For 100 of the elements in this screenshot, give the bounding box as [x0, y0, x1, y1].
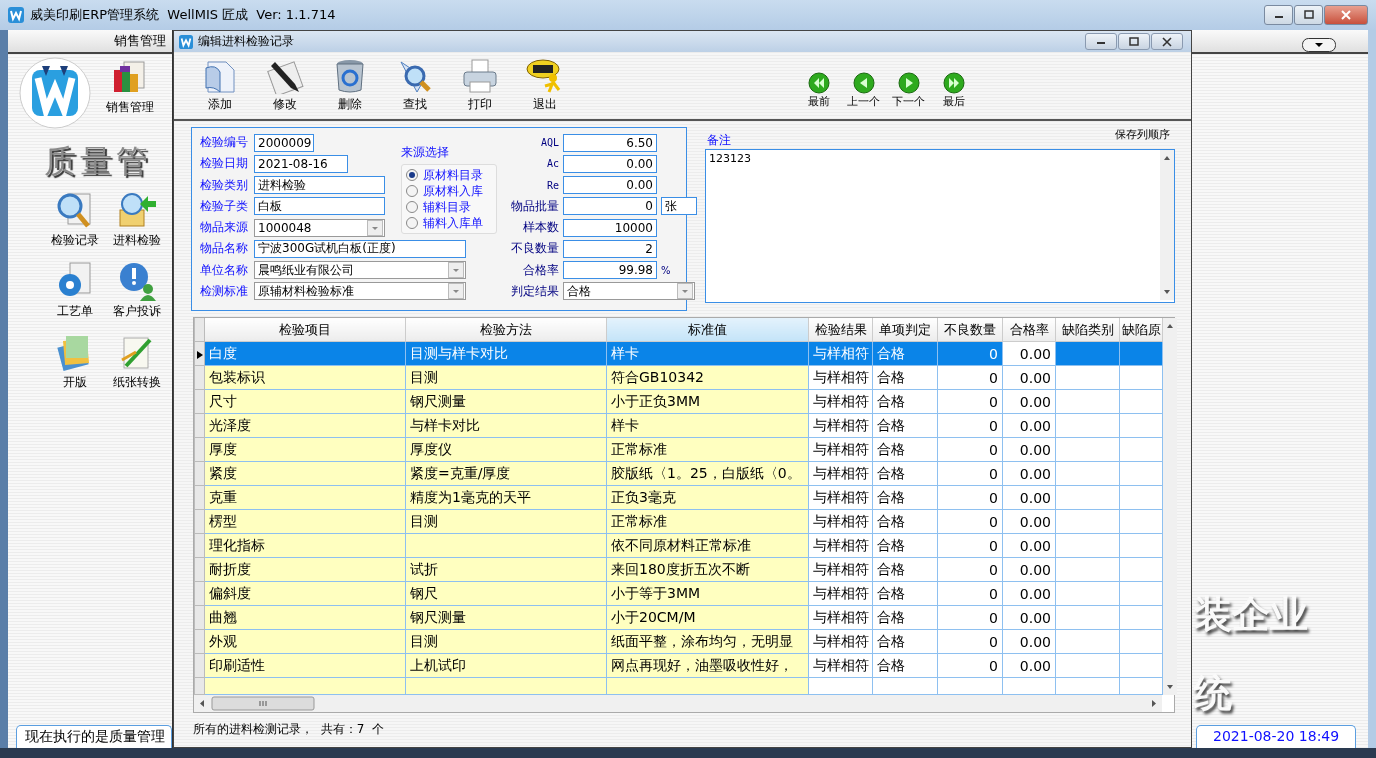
combo-field[interactable]: 晨鸣纸业有限公司: [254, 261, 466, 280]
table-cell: 钢尺测量: [410, 608, 466, 625]
table-cell: 小于等于3MM: [611, 584, 701, 601]
table-cell: 与样相符: [813, 608, 869, 625]
table-cell: 偏斜度: [209, 584, 251, 601]
toolbar-button[interactable]: 退出: [517, 52, 573, 119]
table-cell: 与样相符: [813, 656, 869, 673]
unit-field[interactable]: 张: [661, 197, 697, 216]
input-field[interactable]: 进料检验: [254, 176, 385, 195]
number-field[interactable]: 10000: [563, 218, 657, 237]
save-column-order-link[interactable]: 保存列顺序: [1115, 127, 1170, 142]
vertical-scrollbar-icon[interactable]: [1163, 318, 1177, 695]
table-cell: 外观: [209, 632, 237, 649]
input-field[interactable]: 2000009: [254, 133, 314, 152]
table-cell: 尺寸: [209, 392, 237, 409]
input-field[interactable]: 宁波300G试机白板(正度): [254, 239, 466, 258]
navigation-button[interactable]: 下一个: [887, 72, 930, 119]
minimize-button[interactable]: [1085, 33, 1118, 50]
scrollbar-icon[interactable]: [1160, 150, 1174, 300]
maximize-button[interactable]: [1294, 5, 1323, 25]
dropdown-icon: [448, 283, 464, 300]
table-cell: 上机试印: [410, 656, 466, 673]
table-cell: 正负3毫克: [611, 488, 676, 505]
table-cell: 0: [989, 657, 998, 674]
table-cell: 钢尺测量: [410, 392, 466, 409]
toolbar-button[interactable]: 打印: [452, 52, 508, 119]
table-cell: 曲翘: [209, 608, 237, 625]
toolbar-button[interactable]: 查找: [387, 52, 443, 119]
module-shortcut[interactable]: 工艺单: [44, 261, 106, 320]
minimize-button[interactable]: [1264, 5, 1293, 25]
maximize-button[interactable]: [1118, 33, 1151, 50]
table-cell: 来回180度折五次不断: [611, 560, 750, 577]
close-icon: [1340, 10, 1352, 20]
column-header[interactable]: 合格率: [1002, 318, 1056, 342]
table-cell: 0.00: [1019, 561, 1051, 578]
radio-option[interactable]: 原材料目录: [406, 167, 492, 183]
table-cell: 目测: [410, 368, 438, 385]
module-shortcut[interactable]: 客户投诉: [106, 261, 168, 320]
navigation-button[interactable]: 最前: [797, 72, 840, 119]
maximize-icon: [1302, 10, 1315, 20]
table-cell: 合格: [877, 464, 905, 481]
table-cell: 合格: [877, 488, 905, 505]
column-header[interactable]: 检验项目: [204, 318, 406, 342]
number-field[interactable]: 0.00: [563, 176, 657, 195]
table-cell: 网点再现好，油墨吸收性好，: [611, 656, 793, 673]
column-header[interactable]: 不良数量: [937, 318, 1003, 342]
table-cell: 包装标识: [209, 368, 265, 385]
module-shortcut[interactable]: 开版: [44, 332, 106, 391]
horizontal-scrollbar-icon[interactable]: [194, 695, 1162, 712]
table-cell: 0: [989, 417, 998, 434]
field-label: AQL: [539, 137, 559, 149]
combo-field[interactable]: 合格: [563, 282, 695, 301]
toolbar-button[interactable]: 添加: [192, 52, 248, 119]
navigation-button[interactable]: 最后: [932, 72, 975, 119]
number-field[interactable]: 0.00: [563, 154, 657, 173]
navigation-button[interactable]: 上一个: [842, 72, 885, 119]
table-cell: 0: [989, 609, 998, 626]
module-shortcut[interactable]: 纸张转换: [106, 332, 168, 391]
table-cell: 0: [989, 537, 998, 554]
module-shortcut[interactable]: 进料检验: [106, 190, 168, 249]
table-cell: 耐折度: [209, 560, 251, 577]
field-label: 样本数: [522, 219, 559, 237]
number-field[interactable]: 99.98: [563, 261, 657, 280]
number-field[interactable]: 0: [563, 197, 657, 216]
status-message: 现在执行的是质量管理: [16, 725, 172, 748]
input-field[interactable]: 白板: [254, 197, 385, 216]
toolbar-button[interactable]: 修改: [257, 52, 313, 119]
column-header[interactable]: 检验结果: [808, 318, 873, 342]
module-shortcut[interactable]: 检验记录: [44, 190, 106, 249]
box-arrow-icon: [116, 190, 158, 230]
table-cell: 合格: [877, 656, 905, 673]
column-header[interactable]: 缺陷原: [1119, 318, 1163, 342]
table-cell: 合格: [877, 392, 905, 409]
combo-field[interactable]: 1000048: [254, 218, 385, 237]
table-cell: 合格: [877, 632, 905, 649]
radio-option[interactable]: 辅料入库单: [406, 215, 492, 231]
number-field[interactable]: 2: [563, 239, 657, 258]
number-field[interactable]: 6.50: [563, 133, 657, 152]
remarks-field[interactable]: 123123: [705, 149, 1175, 303]
dropdown-toggle-icon[interactable]: [1302, 38, 1336, 52]
toolbar-button[interactable]: 删除: [322, 52, 378, 119]
table-cell: 合格: [877, 560, 905, 577]
module-tab[interactable]: 销售管理: [8, 30, 172, 54]
column-header[interactable]: 单项判定: [872, 318, 938, 342]
maximize-icon: [1128, 36, 1141, 47]
column-header[interactable]: 标准值: [606, 318, 809, 342]
column-header[interactable]: 缺陷类别: [1055, 318, 1120, 342]
field-label: 检验类别: [200, 176, 249, 194]
close-icon: [1161, 36, 1174, 47]
table-cell: 0.00: [1019, 369, 1051, 386]
radio-option[interactable]: 原材料入库: [406, 183, 492, 199]
table-cell: 合格: [877, 536, 905, 553]
close-button[interactable]: [1151, 33, 1184, 50]
table-cell: 0: [989, 369, 998, 386]
table-cell: 样卡: [611, 416, 639, 433]
radio-option[interactable]: 辅料目录: [406, 199, 492, 215]
input-field[interactable]: 2021-08-16: [254, 154, 348, 173]
column-header[interactable]: 检验方法: [405, 318, 607, 342]
combo-field[interactable]: 原辅材料检验标准: [254, 282, 466, 301]
table-cell: 胶版纸〈1。25，白版纸〈0。: [611, 464, 801, 481]
